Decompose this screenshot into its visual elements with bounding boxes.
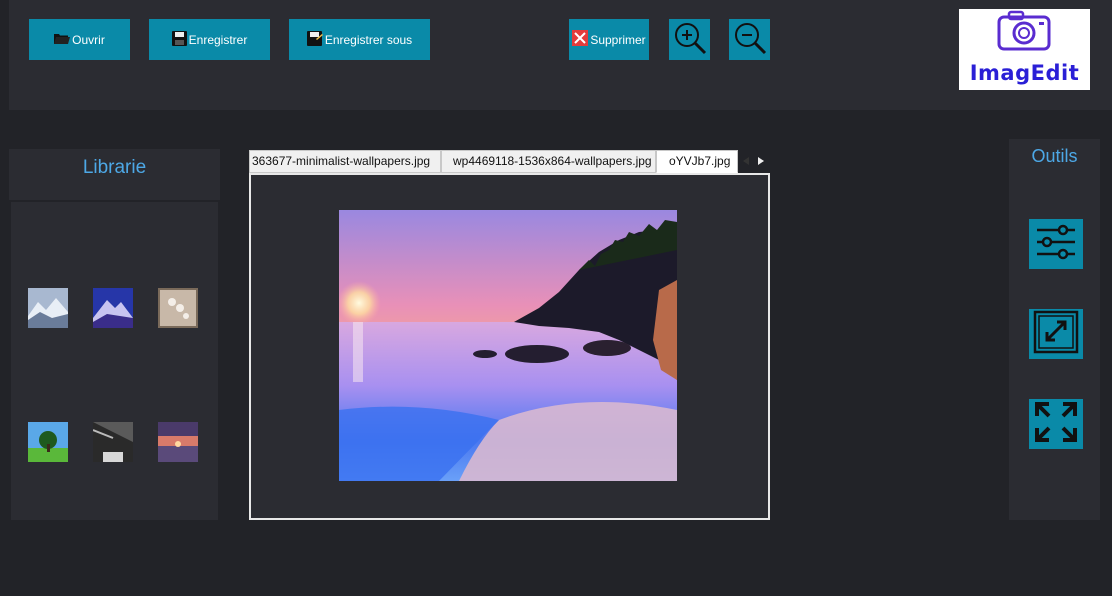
- delete-button[interactable]: Supprimer: [569, 19, 649, 60]
- save-button[interactable]: Enregistrer: [149, 19, 270, 60]
- tab-scroll-arrows: [738, 152, 768, 170]
- displayed-image-sunset-beach: [337, 210, 677, 481]
- save-as-label: Enregistrer sous: [324, 32, 413, 47]
- delete-label: Supprimer: [590, 32, 646, 47]
- fullscreen-icon: [1033, 400, 1079, 449]
- adjust-sliders-icon: [1035, 222, 1077, 267]
- tab-scroll-right-icon[interactable]: [753, 152, 768, 170]
- open-label: Ouvrir: [72, 32, 105, 47]
- logo-text: ImagEdit: [969, 61, 1080, 85]
- app-logo: ImagEdit: [959, 9, 1090, 90]
- close-red-icon: [572, 30, 589, 49]
- zoom-in-button[interactable]: [669, 19, 710, 60]
- folder-icon: [54, 32, 71, 48]
- image-tabs: 363677-minimalist-wallpapers.jpg wp44691…: [249, 150, 770, 173]
- tab-oYVJb7[interactable]: oYVJb7.jpg: [656, 150, 738, 173]
- zoom-in-icon: [672, 20, 708, 59]
- library-thumbnail-sunset-sea[interactable]: [158, 422, 198, 462]
- tab-scroll-left-icon[interactable]: [738, 152, 753, 170]
- library-title: Librarie: [9, 149, 220, 200]
- adjust-button[interactable]: [1029, 219, 1083, 269]
- resize-icon: [1033, 310, 1079, 359]
- library-thumbnails: [11, 202, 218, 520]
- library-thumbnail-tree-field[interactable]: [28, 422, 68, 462]
- tab-minimalist-wallpapers[interactable]: 363677-minimalist-wallpapers.jpg: [249, 150, 441, 173]
- fullscreen-button[interactable]: [1029, 399, 1083, 449]
- toolbar: Ouvrir Enregistrer Enregistrer sous Supp…: [9, 0, 1112, 110]
- library-thumbnail-mountain-night[interactable]: [93, 288, 133, 328]
- library-thumbnail-building-interior[interactable]: [92, 422, 133, 462]
- tools-panel: Outils: [1009, 139, 1100, 520]
- open-button[interactable]: Ouvrir: [29, 19, 130, 60]
- library-panel: Librarie: [9, 149, 220, 520]
- zoom-out-button[interactable]: [729, 19, 770, 60]
- library-thumbnail-pearls[interactable]: [158, 288, 198, 328]
- save-as-icon: [306, 30, 323, 49]
- library-thumbnail-mountains-snow[interactable]: [28, 288, 68, 328]
- tools-title: Outils: [1031, 146, 1078, 166]
- floppy-icon: [171, 30, 187, 49]
- zoom-out-icon: [732, 20, 768, 59]
- image-viewer: [249, 173, 770, 520]
- resize-button[interactable]: [1029, 309, 1083, 359]
- tab-wp4469118[interactable]: wp4469118-1536x864-wallpapers.jpg: [441, 150, 656, 173]
- save-as-button[interactable]: Enregistrer sous: [289, 19, 430, 60]
- save-label: Enregistrer: [188, 32, 248, 47]
